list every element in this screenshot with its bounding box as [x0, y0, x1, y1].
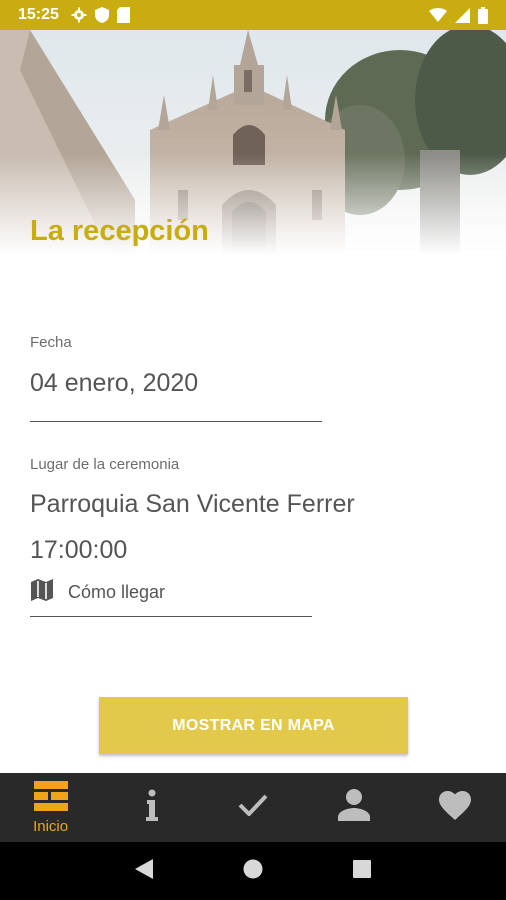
home-icon[interactable] — [243, 859, 263, 884]
status-bar: 15:25 — [0, 0, 506, 30]
directions-link[interactable]: Cómo llegar — [30, 578, 165, 607]
date-label: Fecha — [30, 334, 72, 351]
shield-icon — [94, 7, 109, 23]
ceremony-time: 17:00:00 — [30, 536, 128, 564]
map-icon — [30, 578, 54, 607]
nav-item-info[interactable] — [101, 773, 202, 842]
gear-icon — [71, 7, 87, 23]
directions-label: Cómo llegar — [68, 582, 166, 602]
signal-icon — [455, 7, 470, 23]
recents-icon[interactable] — [353, 859, 371, 883]
info-icon — [144, 789, 160, 826]
bottom-navigation: Inicio — [0, 773, 506, 842]
nav-label-inicio: Inicio — [33, 817, 69, 835]
check-icon — [238, 794, 268, 821]
person-icon — [338, 789, 371, 826]
system-navigation-bar — [0, 842, 506, 900]
nav-item-check[interactable] — [202, 773, 303, 842]
back-icon[interactable] — [135, 858, 153, 884]
date-divider — [30, 421, 322, 422]
hero-banner: La recepción — [0, 30, 506, 255]
show-map-button[interactable]: MOSTRAR EN MAPA — [99, 697, 408, 754]
nav-item-profile[interactable] — [304, 773, 405, 842]
home-grid-icon — [33, 780, 68, 816]
wifi-icon — [429, 8, 447, 22]
place-divider — [30, 616, 312, 617]
page-title: La recepción — [30, 215, 209, 247]
nav-item-inicio[interactable]: Inicio — [0, 773, 101, 842]
status-time: 15:25 — [18, 6, 59, 23]
place-name: Parroquia San Vicente Ferrer — [30, 490, 355, 518]
sim-card-icon — [116, 7, 130, 23]
date-value: 04 enero, 2020 — [30, 369, 199, 397]
place-label: Lugar de la ceremonia — [30, 456, 180, 473]
nav-item-favorites[interactable] — [405, 773, 506, 842]
battery-icon — [478, 6, 488, 24]
heart-icon — [439, 790, 472, 825]
